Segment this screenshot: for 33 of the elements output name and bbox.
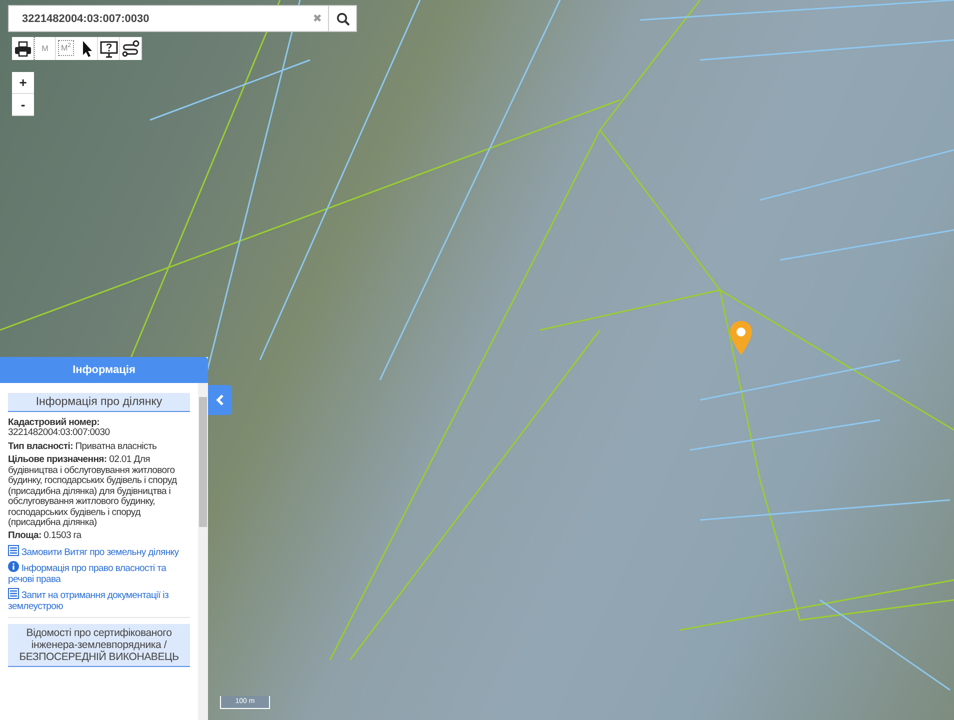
tool-button[interactable]	[12, 37, 34, 60]
chevron-left-icon	[215, 394, 225, 406]
tool-button[interactable]	[98, 37, 120, 60]
section-heading: Відомості про сертифікованого інженера-землевпорядника / БЕЗПОСЕРЕДНІЙ ВИКОНАВЕЦЬ	[8, 624, 190, 668]
panel-title: Інформація	[0, 357, 208, 383]
clear-button[interactable]: ✖	[306, 12, 328, 25]
tool-button[interactable]	[120, 37, 142, 60]
search-field[interactable]: 3221482004:03:007:0030 ✖	[8, 5, 357, 32]
info-icon	[8, 561, 19, 572]
route-icon	[122, 40, 140, 58]
field-text: Тип власності: Приватна власність	[8, 442, 158, 452]
field-text: Цільове призначення: 02.01 Для будівництва і обслуговування житлового будинку, господарських будівель і споруд (присадибна ділянка) для будівництва і обслуговування житлового будинку, господарських будівель і споруд (присадибна ділянка)	[8, 455, 178, 528]
field-text: Площа: 0.1503 га	[8, 531, 82, 542]
collapse-panel-button[interactable]	[208, 385, 232, 415]
info-link[interactable]: Інформація про право власності та речові права	[8, 561, 190, 586]
printer-icon	[14, 40, 32, 58]
search-value: 3221482004:03:007:0030	[21, 12, 150, 24]
info-link[interactable]: Запит на отримання документації із землеустрою	[8, 588, 190, 612]
section-heading: Інформація про ділянку	[8, 393, 190, 412]
field-text: Кадастровий номер: 3221482004:03:007:0030	[8, 418, 111, 439]
distance-measure-label: M	[42, 44, 48, 53]
search-icon	[336, 12, 350, 26]
monitor-question-icon	[100, 40, 118, 58]
list-icon	[8, 544, 19, 556]
location-pin-icon	[729, 320, 753, 356]
tool-button[interactable]: M	[34, 37, 56, 60]
zoom-in-button[interactable]: +	[12, 72, 34, 94]
list-icon	[8, 588, 19, 600]
scrollbar-thumb[interactable]	[199, 397, 207, 527]
tool-button[interactable]: M$^{2}$	[58, 40, 74, 56]
scrollbar[interactable]	[198, 383, 208, 720]
info-link[interactable]: Замовити Витяг про земельну ділянку	[8, 544, 190, 558]
area-measure-label: M$^{2}$	[60, 43, 71, 53]
